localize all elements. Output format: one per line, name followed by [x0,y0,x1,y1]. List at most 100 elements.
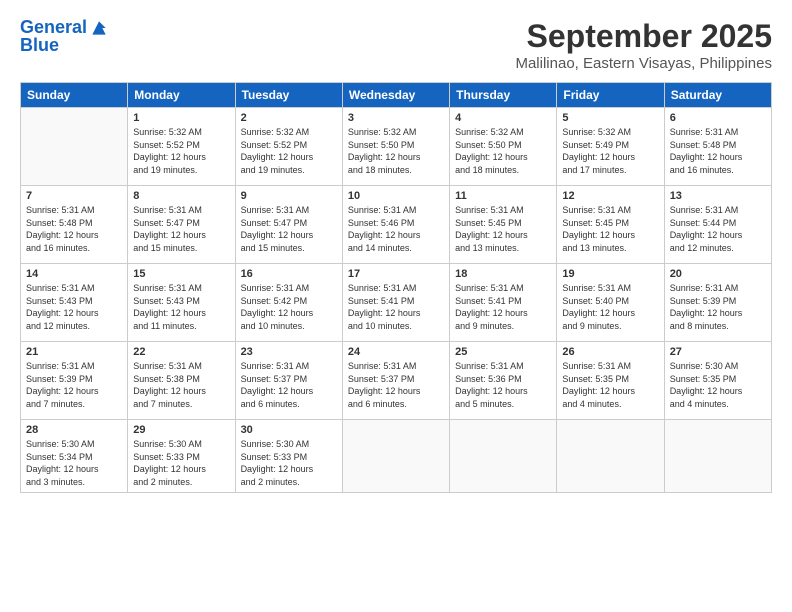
day-info: Sunrise: 5:31 AM Sunset: 5:37 PM Dayligh… [241,360,337,410]
calendar-cell: 12 Sunrise: 5:31 AM Sunset: 5:45 PM Dayli… [557,186,664,264]
day-number: 3 [348,112,444,124]
logo: General Blue [20,18,109,56]
day-number: 5 [562,112,658,124]
day-info: Sunrise: 5:31 AM Sunset: 5:48 PM Dayligh… [670,126,766,176]
day-info: Sunrise: 5:31 AM Sunset: 5:37 PM Dayligh… [348,360,444,410]
day-number: 14 [26,268,122,280]
calendar-cell: 8 Sunrise: 5:31 AM Sunset: 5:47 PM Daylig… [128,186,235,264]
title-block: September 2025 Malilinao, Eastern Visaya… [515,18,772,72]
day-info: Sunrise: 5:31 AM Sunset: 5:43 PM Dayligh… [133,282,229,332]
calendar-cell: 7 Sunrise: 5:31 AM Sunset: 5:48 PM Daylig… [21,186,128,264]
day-info: Sunrise: 5:32 AM Sunset: 5:49 PM Dayligh… [562,126,658,176]
day-number: 8 [133,190,229,202]
col-thursday: Thursday [450,83,557,108]
col-saturday: Saturday [664,83,771,108]
day-number: 24 [348,346,444,358]
month-title: September 2025 [515,18,772,55]
day-info: Sunrise: 5:31 AM Sunset: 5:42 PM Dayligh… [241,282,337,332]
col-wednesday: Wednesday [342,83,449,108]
calendar-cell: 1 Sunrise: 5:32 AM Sunset: 5:52 PM Daylig… [128,108,235,186]
day-number: 30 [241,424,337,436]
day-info: Sunrise: 5:31 AM Sunset: 5:38 PM Dayligh… [133,360,229,410]
day-info: Sunrise: 5:30 AM Sunset: 5:35 PM Dayligh… [670,360,766,410]
calendar-cell: 27 Sunrise: 5:30 AM Sunset: 5:35 PM Dayli… [664,342,771,420]
day-number: 28 [26,424,122,436]
day-number: 23 [241,346,337,358]
page: General Blue September 2025 Malilinao, E… [0,0,792,612]
day-info: Sunrise: 5:31 AM Sunset: 5:36 PM Dayligh… [455,360,551,410]
col-friday: Friday [557,83,664,108]
logo-icon [89,18,109,38]
day-info: Sunrise: 5:31 AM Sunset: 5:45 PM Dayligh… [455,204,551,254]
calendar-cell: 30 Sunrise: 5:30 AM Sunset: 5:33 PM Dayli… [235,420,342,493]
calendar-cell: 16 Sunrise: 5:31 AM Sunset: 5:42 PM Dayli… [235,264,342,342]
day-number: 26 [562,346,658,358]
day-info: Sunrise: 5:31 AM Sunset: 5:47 PM Dayligh… [133,204,229,254]
calendar-cell [450,420,557,493]
calendar-cell: 15 Sunrise: 5:31 AM Sunset: 5:43 PM Dayli… [128,264,235,342]
calendar-cell: 23 Sunrise: 5:31 AM Sunset: 5:37 PM Dayli… [235,342,342,420]
calendar-cell: 21 Sunrise: 5:31 AM Sunset: 5:39 PM Dayli… [21,342,128,420]
day-info: Sunrise: 5:31 AM Sunset: 5:41 PM Dayligh… [348,282,444,332]
calendar-cell: 26 Sunrise: 5:31 AM Sunset: 5:35 PM Dayli… [557,342,664,420]
day-number: 4 [455,112,551,124]
calendar-cell [21,108,128,186]
calendar-cell: 13Sunrise: 5:31 AM Sunset: 5:44 PM Dayli… [664,186,771,264]
calendar-cell: 9Sunrise: 5:31 AM Sunset: 5:47 PM Daylig… [235,186,342,264]
day-info: Sunrise: 5:31 AM Sunset: 5:48 PM Dayligh… [26,204,122,254]
day-info: Sunrise: 5:31 AM Sunset: 5:39 PM Dayligh… [26,360,122,410]
day-info: Sunrise: 5:31 AM Sunset: 5:46 PM Dayligh… [348,204,444,254]
logo-blue: Blue [20,36,109,56]
day-info: Sunrise: 5:31 AM Sunset: 5:47 PM Dayligh… [241,204,337,254]
day-info: Sunrise: 5:31 AM Sunset: 5:45 PM Dayligh… [562,204,658,254]
day-info: Sunrise: 5:32 AM Sunset: 5:52 PM Dayligh… [133,126,229,176]
calendar-cell [557,420,664,493]
calendar-cell: 29 Sunrise: 5:30 AM Sunset: 5:33 PM Dayli… [128,420,235,493]
day-info: Sunrise: 5:31 AM Sunset: 5:35 PM Dayligh… [562,360,658,410]
day-number: 19 [562,268,658,280]
day-number: 12 [562,190,658,202]
day-info: Sunrise: 5:31 AM Sunset: 5:44 PM Dayligh… [670,204,766,254]
calendar-cell [664,420,771,493]
day-number: 27 [670,346,766,358]
day-number: 20 [670,268,766,280]
day-info: Sunrise: 5:31 AM Sunset: 5:41 PM Dayligh… [455,282,551,332]
day-info: Sunrise: 5:32 AM Sunset: 5:50 PM Dayligh… [455,126,551,176]
calendar-cell [342,420,449,493]
day-number: 25 [455,346,551,358]
calendar-cell: 19 Sunrise: 5:31 AM Sunset: 5:40 PM Dayli… [557,264,664,342]
day-info: Sunrise: 5:30 AM Sunset: 5:33 PM Dayligh… [133,438,229,488]
day-info: Sunrise: 5:31 AM Sunset: 5:43 PM Dayligh… [26,282,122,332]
day-number: 2 [241,112,337,124]
calendar-cell: 6Sunrise: 5:31 AM Sunset: 5:48 PM Daylig… [664,108,771,186]
calendar-cell: 28 Sunrise: 5:30 AM Sunset: 5:34 PM Dayli… [21,420,128,493]
calendar-cell: 14 Sunrise: 5:31 AM Sunset: 5:43 PM Dayli… [21,264,128,342]
day-number: 18 [455,268,551,280]
col-sunday: Sunday [21,83,128,108]
day-number: 29 [133,424,229,436]
day-number: 21 [26,346,122,358]
day-number: 1 [133,112,229,124]
day-number: 15 [133,268,229,280]
calendar-cell: 3 Sunrise: 5:32 AM Sunset: 5:50 PM Daylig… [342,108,449,186]
location-title: Malilinao, Eastern Visayas, Philippines [515,55,772,72]
day-number: 22 [133,346,229,358]
day-number: 17 [348,268,444,280]
calendar-cell: 24 Sunrise: 5:31 AM Sunset: 5:37 PM Dayli… [342,342,449,420]
calendar-cell: 11 Sunrise: 5:31 AM Sunset: 5:45 PM Dayli… [450,186,557,264]
day-number: 7 [26,190,122,202]
day-number: 11 [455,190,551,202]
day-info: Sunrise: 5:30 AM Sunset: 5:33 PM Dayligh… [241,438,337,488]
calendar-cell: 20Sunrise: 5:31 AM Sunset: 5:39 PM Dayli… [664,264,771,342]
calendar-cell: 17 Sunrise: 5:31 AM Sunset: 5:41 PM Dayli… [342,264,449,342]
day-info: Sunrise: 5:30 AM Sunset: 5:34 PM Dayligh… [26,438,122,488]
calendar-cell: 25 Sunrise: 5:31 AM Sunset: 5:36 PM Dayli… [450,342,557,420]
calendar: Sunday Monday Tuesday Wednesday Thursday… [20,82,772,493]
day-number: 16 [241,268,337,280]
day-info: Sunrise: 5:31 AM Sunset: 5:40 PM Dayligh… [562,282,658,332]
calendar-cell: 18 Sunrise: 5:31 AM Sunset: 5:41 PM Dayli… [450,264,557,342]
header: General Blue September 2025 Malilinao, E… [20,18,772,72]
day-info: Sunrise: 5:32 AM Sunset: 5:50 PM Dayligh… [348,126,444,176]
col-monday: Monday [128,83,235,108]
day-number: 10 [348,190,444,202]
